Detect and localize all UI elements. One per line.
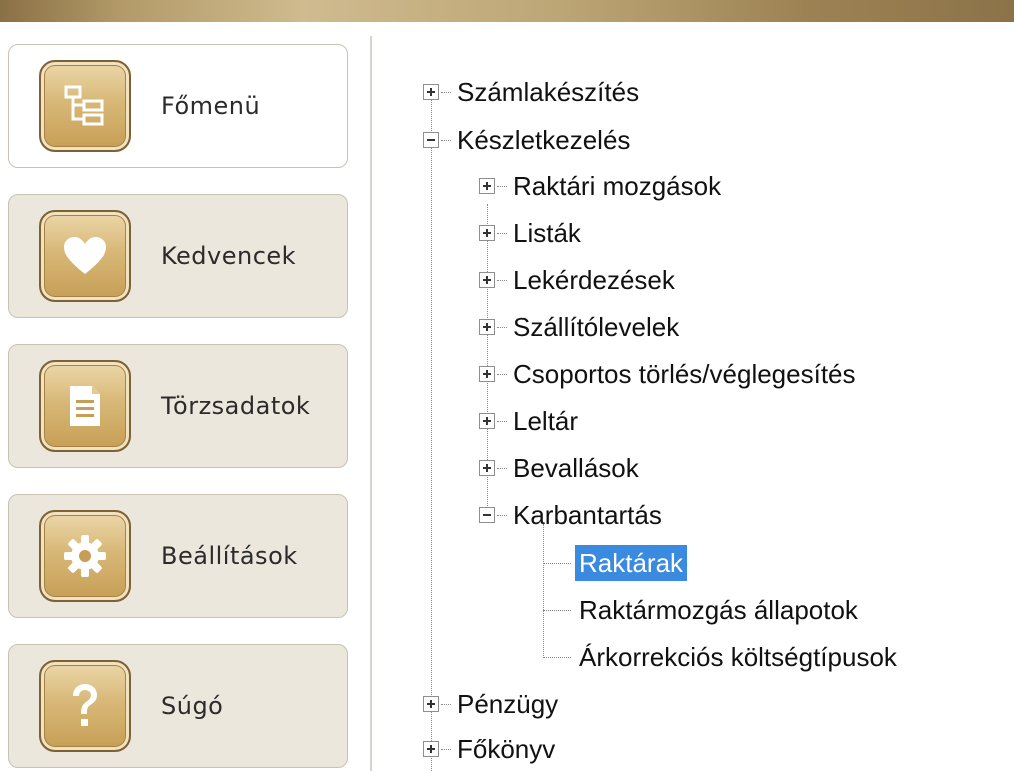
- tree-connector: [441, 703, 451, 705]
- tree-node-raktarmozgas-allapotok[interactable]: Raktármozgás állapotok: [543, 590, 862, 630]
- expand-icon[interactable]: [423, 84, 439, 100]
- tree-node-csoportos-torles[interactable]: Csoportos törlés/véglegesítés: [479, 354, 860, 394]
- expand-icon[interactable]: [479, 178, 495, 194]
- collapse-icon[interactable]: [423, 132, 439, 148]
- tree-connector: [497, 279, 507, 281]
- question-mark-icon: [39, 660, 131, 752]
- nav-label-beallitasok: Beállítások: [161, 542, 298, 570]
- tree-connector: [441, 748, 451, 750]
- tree-connector: [497, 326, 507, 328]
- nav-button-torzsadatok[interactable]: Törzsadatok: [8, 344, 348, 468]
- tree-node-label: Leltár: [513, 406, 579, 436]
- tree-node-keszletkezeles[interactable]: Készletkezelés: [423, 120, 634, 160]
- tree-node-label: Lekérdezések: [513, 265, 675, 295]
- nav-label-sugo: Súgó: [161, 692, 224, 720]
- tree-connector: [497, 373, 507, 375]
- tree-connector: [497, 420, 507, 422]
- nav-button-kedvencek[interactable]: Kedvencek: [8, 194, 348, 318]
- tree-guide-line-root: [431, 99, 432, 771]
- tree-node-label: Szállítólevelek: [513, 312, 680, 342]
- nav-button-beallitasok[interactable]: Beállítások: [8, 494, 348, 618]
- tree-connector: [497, 232, 507, 234]
- tree-node-fokonyv[interactable]: Főkönyv: [423, 729, 559, 769]
- tree-connector: [543, 609, 571, 611]
- tree-node-label: Csoportos törlés/véglegesítés: [513, 359, 856, 389]
- tree-node-arkorrekcios[interactable]: Árkorrekciós költségtípusok: [543, 637, 901, 677]
- title-bar-spacer: [0, 22, 1014, 36]
- expand-icon[interactable]: [479, 319, 495, 335]
- collapse-icon[interactable]: [479, 507, 495, 523]
- nav-button-sugo[interactable]: Súgó: [8, 644, 348, 768]
- tree-node-label: Karbantartás: [513, 500, 662, 530]
- tree-structure-icon: [39, 60, 131, 152]
- tree-connector: [543, 656, 571, 658]
- nav-label-kedvencek: Kedvencek: [161, 242, 297, 270]
- tree-node-szallitolevelek[interactable]: Szállítólevelek: [479, 307, 683, 347]
- heart-icon: [39, 210, 131, 302]
- tree-node-label: Főkönyv: [457, 734, 556, 764]
- tree-node-raktarak[interactable]: Raktárak: [543, 543, 688, 583]
- tree-connector: [497, 514, 507, 516]
- tree-connector: [543, 562, 571, 564]
- tree-node-raktari-mozgasok[interactable]: Raktári mozgások: [479, 166, 725, 206]
- tree-node-szamlakeszites[interactable]: Számlakészítés: [423, 72, 643, 112]
- tree-node-lekerdezesek[interactable]: Lekérdezések: [479, 260, 679, 300]
- navigation-panel: Főmenü Kedvencek Törzsadatok Beállítások…: [0, 36, 360, 771]
- menu-tree: Számlakészítés Készletkezelés Raktári mo…: [372, 36, 1014, 771]
- expand-icon[interactable]: [479, 272, 495, 288]
- expand-icon[interactable]: [479, 225, 495, 241]
- tree-node-label: Listák: [513, 218, 581, 248]
- tree-node-label: Pénzügy: [457, 689, 559, 719]
- title-bar: [0, 0, 1014, 22]
- tree-node-karbantartas[interactable]: Karbantartás: [479, 495, 666, 535]
- tree-node-bevallasok[interactable]: Bevallások: [479, 448, 643, 488]
- tree-node-label: Számlakészítés: [457, 77, 640, 107]
- tree-node-listak[interactable]: Listák: [479, 213, 585, 253]
- expand-icon[interactable]: [479, 366, 495, 382]
- tree-connector: [441, 139, 451, 141]
- tree-node-penzugy[interactable]: Pénzügy: [423, 684, 562, 724]
- tree-node-label: Készletkezelés: [457, 125, 631, 155]
- nav-label-torzsadatok: Törzsadatok: [161, 392, 311, 420]
- tree-node-label-selected: Raktárak: [575, 545, 688, 581]
- nav-button-fomenu[interactable]: Főmenü: [8, 44, 348, 168]
- gear-icon: [39, 510, 131, 602]
- tree-node-label: Árkorrekciós költségtípusok: [579, 642, 897, 672]
- expand-icon[interactable]: [423, 741, 439, 757]
- document-icon: [39, 360, 131, 452]
- expand-icon[interactable]: [479, 460, 495, 476]
- nav-label-fomenu: Főmenü: [161, 92, 261, 120]
- tree-connector: [441, 91, 451, 93]
- tree-node-label: Bevallások: [513, 453, 639, 483]
- tree-node-leltar[interactable]: Leltár: [479, 401, 582, 441]
- tree-node-label: Raktármozgás állapotok: [579, 595, 858, 625]
- expand-icon[interactable]: [479, 413, 495, 429]
- expand-icon[interactable]: [423, 696, 439, 712]
- tree-connector: [497, 467, 507, 469]
- tree-connector: [497, 185, 507, 187]
- tree-node-label: Raktári mozgások: [513, 171, 722, 201]
